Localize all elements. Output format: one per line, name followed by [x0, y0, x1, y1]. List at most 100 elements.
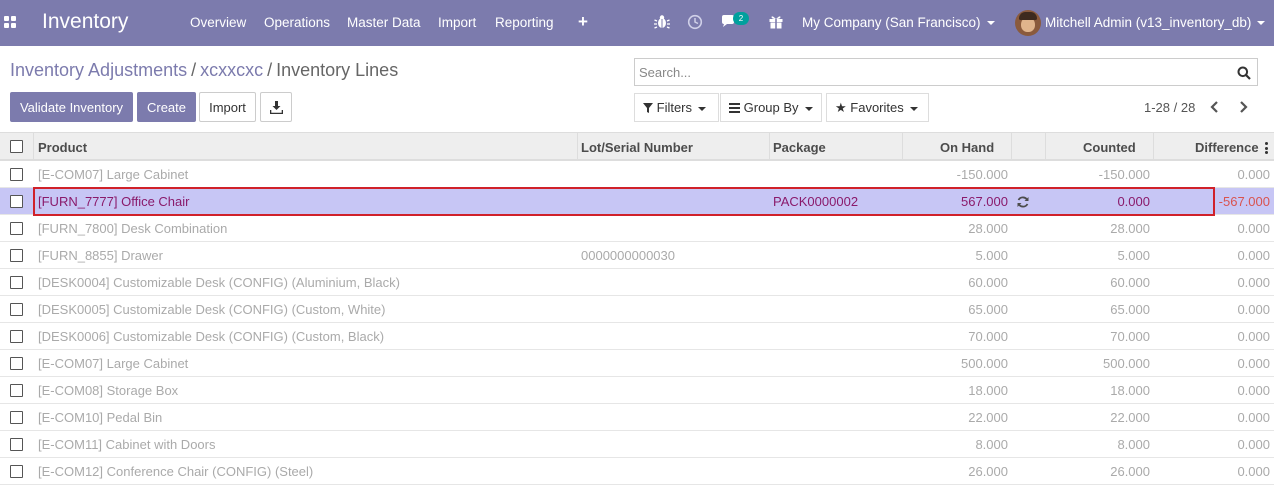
- menu-reporting[interactable]: Reporting: [495, 15, 554, 30]
- table-row[interactable]: [FURN_8855] Drawer 0000000000030 5.000 5.00…: [0, 242, 1274, 269]
- cell-product[interactable]: [DESK0004] Customizable Desk (CONFIG) (A…: [38, 275, 400, 290]
- row-checkbox[interactable]: [10, 465, 23, 478]
- column-package[interactable]: Package: [773, 140, 826, 155]
- cell-difference[interactable]: 0.000: [1156, 248, 1270, 263]
- cell-counted[interactable]: 65.000: [1047, 302, 1150, 317]
- table-row[interactable]: [E-COM10] Pedal Bin 22.000 22.000 0.000: [0, 404, 1274, 431]
- apps-grid-icon[interactable]: [4, 16, 18, 30]
- cell-on-hand[interactable]: -150.000: [905, 167, 1008, 182]
- table-row[interactable]: [E-COM07] Large Cabinet 500.000 500.000 0.0…: [0, 350, 1274, 377]
- validate-inventory-button[interactable]: Validate Inventory: [10, 92, 133, 122]
- gift-icon[interactable]: [767, 13, 785, 31]
- cell-product[interactable]: [E-COM07] Large Cabinet: [38, 167, 188, 182]
- cell-counted[interactable]: 0.000: [1047, 194, 1150, 209]
- cell-counted[interactable]: 5.000: [1047, 248, 1150, 263]
- cell-difference[interactable]: 0.000: [1156, 464, 1270, 479]
- table-row[interactable]: [E-COM11] Cabinet with Doors 8.000 8.000 0.…: [0, 431, 1274, 458]
- cell-counted[interactable]: 60.000: [1047, 275, 1150, 290]
- column-on-hand[interactable]: On Hand: [940, 140, 994, 155]
- row-checkbox[interactable]: [10, 249, 23, 262]
- menu-master-data[interactable]: Master Data: [347, 15, 421, 30]
- cell-counted[interactable]: -150.000: [1047, 167, 1150, 182]
- cell-difference[interactable]: 0.000: [1156, 437, 1270, 452]
- cell-on-hand[interactable]: 500.000: [905, 356, 1008, 371]
- table-row[interactable]: [FURN_7777] Office Chair PACK0000002 567.0…: [0, 188, 1274, 215]
- cell-counted[interactable]: 26.000: [1047, 464, 1150, 479]
- cell-difference[interactable]: 0.000: [1156, 221, 1270, 236]
- cell-on-hand[interactable]: 567.000: [905, 194, 1008, 209]
- row-checkbox[interactable]: [10, 276, 23, 289]
- cell-on-hand[interactable]: 70.000: [905, 329, 1008, 344]
- chevron-right-icon[interactable]: [1238, 101, 1248, 113]
- row-checkbox[interactable]: [10, 438, 23, 451]
- row-checkbox[interactable]: [10, 384, 23, 397]
- cell-on-hand[interactable]: 22.000: [905, 410, 1008, 425]
- column-product[interactable]: Product: [38, 140, 87, 155]
- column-lot-serial[interactable]: Lot/Serial Number: [581, 140, 693, 155]
- row-checkbox[interactable]: [10, 222, 23, 235]
- cell-lot-serial[interactable]: 0000000000030: [581, 248, 675, 263]
- cell-product[interactable]: [E-COM08] Storage Box: [38, 383, 178, 398]
- chevron-left-icon[interactable]: [1210, 101, 1220, 113]
- cell-counted[interactable]: 22.000: [1047, 410, 1150, 425]
- table-row[interactable]: [DESK0006] Customizable Desk (CONFIG) (C…: [0, 323, 1274, 350]
- favorites-button[interactable]: ★ Favorites: [826, 93, 929, 122]
- cell-difference[interactable]: 0.000: [1156, 356, 1270, 371]
- cell-difference[interactable]: 0.000: [1156, 410, 1270, 425]
- plus-icon[interactable]: +: [578, 12, 588, 32]
- row-checkbox[interactable]: [10, 357, 23, 370]
- search-input[interactable]: [639, 62, 1219, 82]
- cell-on-hand[interactable]: 8.000: [905, 437, 1008, 452]
- cell-difference[interactable]: -567.000: [1156, 194, 1270, 209]
- cell-product[interactable]: [E-COM12] Conference Chair (CONFIG) (Ste…: [38, 464, 313, 479]
- cell-package[interactable]: PACK0000002: [773, 194, 858, 209]
- cell-difference[interactable]: 0.000: [1156, 329, 1270, 344]
- filters-button[interactable]: Filters: [634, 93, 719, 122]
- user-menu[interactable]: Mitchell Admin (v13_inventory_db): [1045, 15, 1266, 30]
- cell-product[interactable]: [FURN_8855] Drawer: [38, 248, 163, 263]
- cell-product[interactable]: [FURN_7777] Office Chair: [38, 194, 190, 209]
- row-checkbox[interactable]: [10, 330, 23, 343]
- cell-product[interactable]: [E-COM10] Pedal Bin: [38, 410, 162, 425]
- table-row[interactable]: [DESK0005] Customizable Desk (CONFIG) (C…: [0, 296, 1274, 323]
- cell-difference[interactable]: 0.000: [1156, 383, 1270, 398]
- search-icon[interactable]: [1237, 66, 1251, 80]
- cell-counted[interactable]: 18.000: [1047, 383, 1150, 398]
- table-row[interactable]: [FURN_7800] Desk Combination 28.000 28.000…: [0, 215, 1274, 242]
- menu-overview[interactable]: Overview: [190, 15, 246, 30]
- table-row[interactable]: [E-COM07] Large Cabinet -150.000 -150.000 0…: [0, 161, 1274, 188]
- app-title[interactable]: Inventory: [42, 10, 128, 34]
- export-button[interactable]: [260, 92, 292, 122]
- import-button[interactable]: Import: [199, 92, 256, 122]
- cell-counted[interactable]: 500.000: [1047, 356, 1150, 371]
- row-checkbox[interactable]: [10, 411, 23, 424]
- cell-product[interactable]: [E-COM11] Cabinet with Doors: [38, 437, 216, 452]
- cell-counted[interactable]: 70.000: [1047, 329, 1150, 344]
- cell-on-hand[interactable]: 65.000: [905, 302, 1008, 317]
- cell-difference[interactable]: 0.000: [1156, 302, 1270, 317]
- table-row[interactable]: [E-COM12] Conference Chair (CONFIG) (Ste…: [0, 458, 1274, 485]
- table-row[interactable]: [DESK0004] Customizable Desk (CONFIG) (A…: [0, 269, 1274, 296]
- cell-product[interactable]: [DESK0005] Customizable Desk (CONFIG) (C…: [38, 302, 385, 317]
- breadcrumb-inventory-adjustments[interactable]: Inventory Adjustments: [10, 60, 187, 80]
- avatar[interactable]: [1015, 10, 1041, 36]
- company-switcher[interactable]: My Company (San Francisco): [802, 15, 995, 30]
- cell-counted[interactable]: 28.000: [1047, 221, 1150, 236]
- row-checkbox[interactable]: [10, 168, 23, 181]
- table-row[interactable]: [E-COM08] Storage Box 18.000 18.000 0.000: [0, 377, 1274, 404]
- group-by-button[interactable]: Group By: [720, 93, 822, 122]
- bug-icon[interactable]: [653, 13, 671, 31]
- menu-import[interactable]: Import: [438, 15, 476, 30]
- column-counted[interactable]: Counted: [1083, 140, 1136, 155]
- cell-product[interactable]: [E-COM07] Large Cabinet: [38, 356, 188, 371]
- cell-on-hand[interactable]: 28.000: [905, 221, 1008, 236]
- cell-product[interactable]: [DESK0006] Customizable Desk (CONFIG) (C…: [38, 329, 384, 344]
- cell-on-hand[interactable]: 5.000: [905, 248, 1008, 263]
- row-checkbox[interactable]: [10, 303, 23, 316]
- create-button[interactable]: Create: [137, 92, 196, 122]
- cell-difference[interactable]: 0.000: [1156, 167, 1270, 182]
- clock-icon[interactable]: [686, 13, 704, 31]
- breadcrumb-adjustment[interactable]: xcxxcxc: [200, 60, 263, 80]
- row-checkbox[interactable]: [10, 195, 23, 208]
- cell-counted[interactable]: 8.000: [1047, 437, 1150, 452]
